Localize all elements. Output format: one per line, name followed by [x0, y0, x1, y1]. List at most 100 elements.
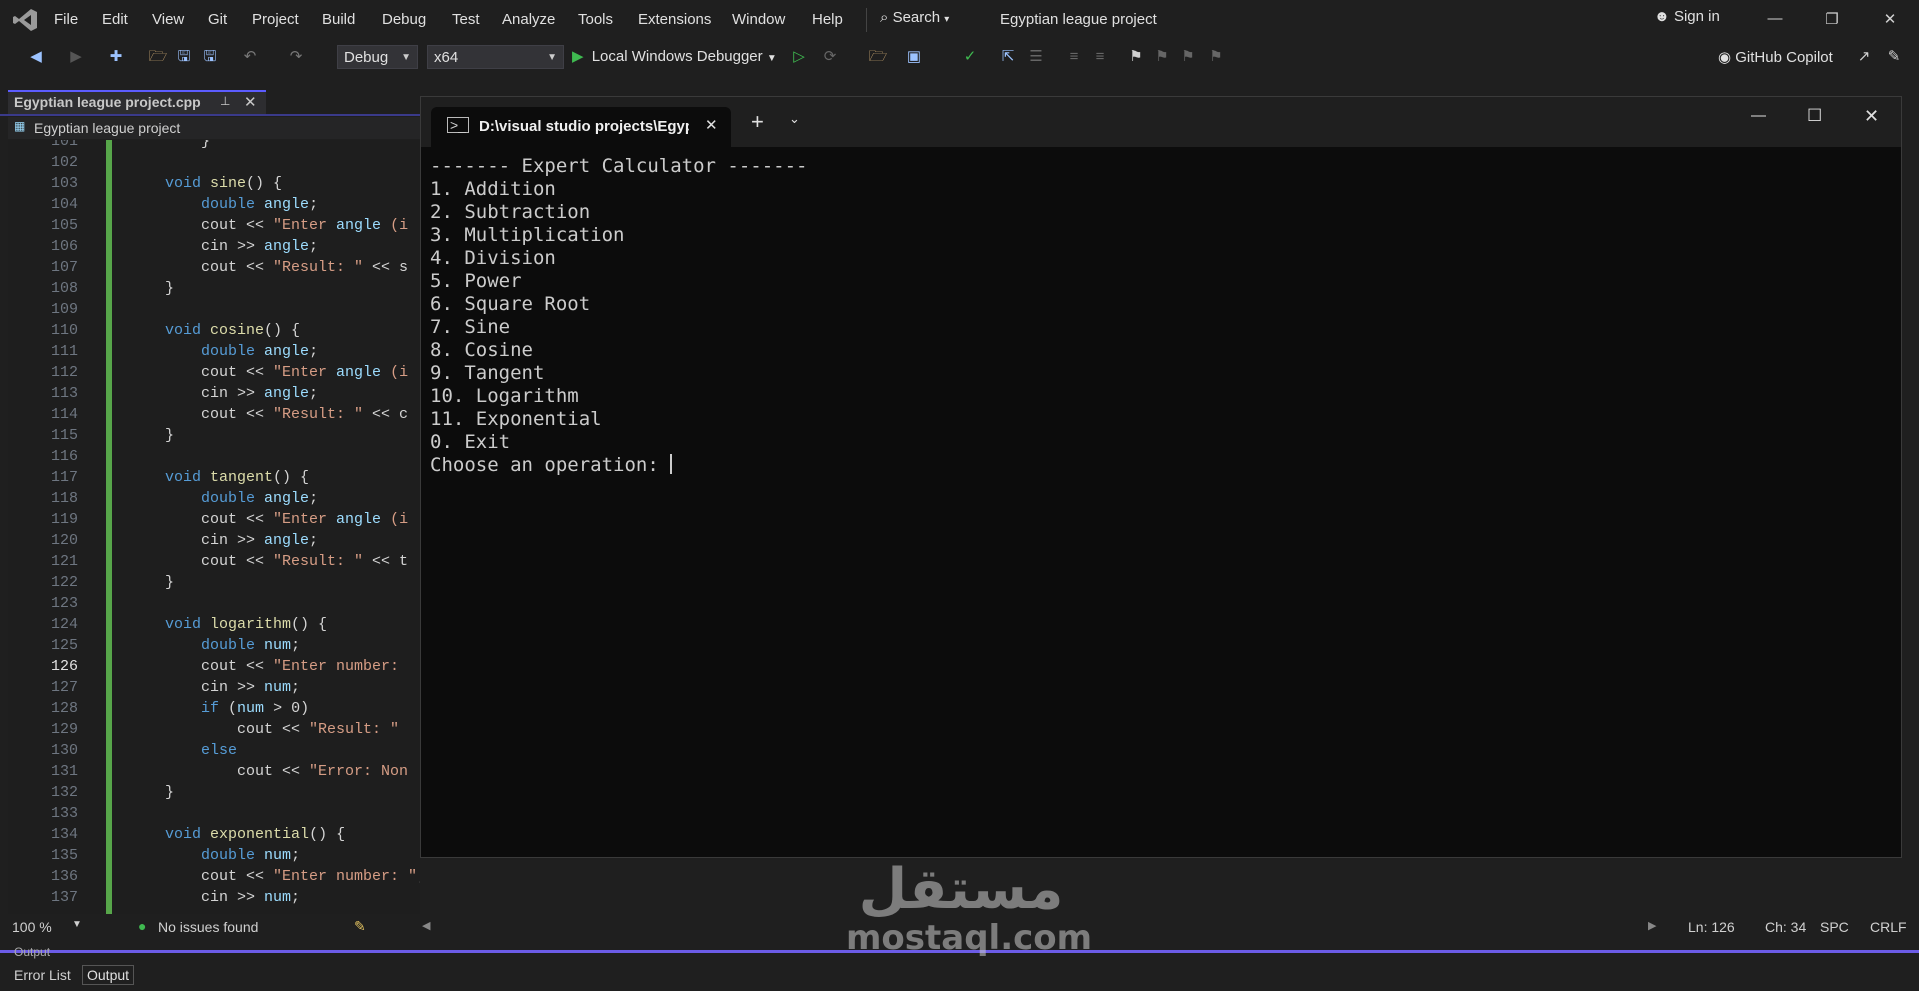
back-icon[interactable]: ◀ [26, 47, 46, 67]
code-line[interactable]: 103 void sine() { [8, 175, 420, 196]
console-window[interactable]: >_ D:\visual studio projects\Egyp ✕ + ⌄ … [420, 96, 1902, 858]
code-line[interactable]: 135 double num; [8, 847, 420, 868]
line-indicator[interactable]: Ln: 126 [1688, 919, 1735, 935]
code-line[interactable]: 122} [8, 574, 420, 595]
line-ending-indicator[interactable]: CRLF [1870, 919, 1907, 935]
code-line[interactable]: 115} [8, 427, 420, 448]
code-line[interactable]: 136 cout << "Enter number: "; [8, 868, 420, 889]
sign-in-button[interactable]: ☻ Sign in [1654, 8, 1720, 25]
code-line[interactable]: 127 cin >> num; [8, 679, 420, 700]
bookmark-icon[interactable]: ⚑ [1126, 47, 1146, 67]
code-line[interactable]: 123 [8, 595, 420, 616]
share-icon[interactable]: ↗ [1854, 47, 1874, 67]
chevron-down-icon[interactable]: ⌄ [789, 111, 800, 127]
pin-icon[interactable]: ⊥ [220, 94, 230, 108]
close-tab-icon[interactable]: ✕ [244, 93, 257, 111]
tab-output[interactable]: Output [82, 965, 135, 985]
menu-window[interactable]: Window [732, 11, 785, 28]
menu-tools[interactable]: Tools [578, 11, 613, 28]
menu-help[interactable]: Help [812, 11, 843, 28]
whitespace-indicator[interactable]: SPC [1820, 919, 1849, 935]
code-line[interactable]: 107 cout << "Result: " << s [8, 259, 420, 280]
menu-analyze[interactable]: Analyze [502, 11, 555, 28]
spell-check-icon[interactable]: ✓ [960, 47, 980, 67]
code-line[interactable]: 110 void cosine() { [8, 322, 420, 343]
menu-edit[interactable]: Edit [102, 11, 128, 28]
new-project-icon[interactable]: ✚ [106, 47, 126, 67]
menu-test[interactable]: Test [452, 11, 480, 28]
code-line[interactable]: 125 double num; [8, 637, 420, 658]
maximize-icon[interactable]: ☐ [1807, 106, 1822, 126]
code-line[interactable]: 118 double angle; [8, 490, 420, 511]
menu-build[interactable]: Build [322, 11, 355, 28]
code-line[interactable]: 133 [8, 805, 420, 826]
close-icon[interactable]: ✕ [1864, 106, 1879, 127]
menu-view[interactable]: View [152, 11, 184, 28]
save-icon[interactable]: 🖫 [174, 47, 194, 67]
menu-git[interactable]: Git [208, 11, 227, 28]
code-line[interactable]: 106 cin >> angle; [8, 238, 420, 259]
close-tab-icon[interactable]: ✕ [705, 116, 718, 134]
code-line[interactable]: 116 [8, 448, 420, 469]
code-line[interactable]: 105 cout << "Enter angle (i [8, 217, 420, 238]
prev-bookmark-icon[interactable]: ⚑ [1152, 47, 1172, 67]
code-line[interactable]: 119 cout << "Enter angle (i [8, 511, 420, 532]
code-editor[interactable]: 101 } 102 103 void sine() {104 double angle… [8, 140, 420, 915]
save-all-icon[interactable]: 🖫 [200, 47, 220, 67]
console-tab[interactable]: >_ D:\visual studio projects\Egyp ✕ [431, 107, 731, 147]
code-line[interactable]: 134 void exponential() { [8, 826, 420, 847]
navigation-bar[interactable]: ▦ Egyptian league project [8, 117, 420, 139]
code-line[interactable]: 129 cout << "Result: " [8, 721, 420, 742]
restore-icon[interactable]: ❐ [1820, 10, 1844, 30]
column-indicator[interactable]: Ch: 34 [1765, 919, 1806, 935]
menu-extensions[interactable]: Extensions [638, 11, 711, 28]
next-bookmark-icon[interactable]: ⚑ [1178, 47, 1198, 67]
new-tab-icon[interactable]: + [751, 109, 764, 135]
code-line[interactable]: 108} [8, 280, 420, 301]
format-icon[interactable]: ☰ [1026, 47, 1046, 67]
scroll-right-icon[interactable]: ▶ [1648, 919, 1656, 932]
code-line[interactable]: 112 cout << "Enter angle (i [8, 364, 420, 385]
tab-error-list[interactable]: Error List [14, 967, 71, 983]
code-line[interactable]: 102 [8, 154, 420, 175]
zoom-level[interactable]: 100 % [12, 919, 52, 935]
code-line[interactable]: 114 cout << "Result: " << c [8, 406, 420, 427]
menu-debug[interactable]: Debug [382, 11, 426, 28]
uncomment-icon[interactable]: ≡ [1090, 47, 1110, 67]
code-line[interactable]: 113 cin >> angle; [8, 385, 420, 406]
menu-project[interactable]: Project [252, 11, 299, 28]
chevron-down-icon[interactable]: ▼ [72, 919, 82, 930]
code-line[interactable]: 131 cout << "Error: Non [8, 763, 420, 784]
issues-status[interactable]: No issues found [158, 919, 258, 935]
undo-icon[interactable]: ↶ [240, 47, 260, 67]
redo-icon[interactable]: ↷ [286, 47, 306, 67]
menu-file[interactable]: File [54, 11, 78, 28]
layout-icon[interactable]: ▣ [904, 47, 924, 67]
forward-icon[interactable]: ▶ [66, 47, 86, 67]
close-icon[interactable]: ✕ [1878, 10, 1902, 30]
document-tab[interactable]: Egyptian league project.cpp ⊥ ✕ [8, 90, 266, 114]
code-line[interactable]: 132} [8, 784, 420, 805]
search-box[interactable]: ⌕ Search ▾ [880, 9, 949, 26]
start-debugging-button[interactable]: ▶ Local Windows Debugger ▼ [572, 47, 777, 65]
start-without-debugging-icon[interactable]: ▷ [789, 47, 809, 67]
scroll-left-icon[interactable]: ◀ [422, 919, 430, 932]
minimize-icon[interactable]: — [1751, 107, 1766, 124]
configuration-dropdown[interactable]: Debug ▼ [337, 45, 418, 69]
minimize-icon[interactable]: — [1763, 10, 1787, 30]
code-line[interactable]: 111 double angle; [8, 343, 420, 364]
code-line[interactable]: 120 cin >> angle; [8, 532, 420, 553]
brush-icon[interactable]: ✎ [354, 918, 366, 935]
code-line[interactable]: 104 double angle; [8, 196, 420, 217]
folder-view-icon[interactable]: 🗁 [868, 47, 888, 67]
code-line[interactable]: 121 cout << "Result: " << t [8, 553, 420, 574]
code-line[interactable]: 137 cin >> num; [8, 889, 420, 910]
select-icon[interactable]: ⇱ [998, 47, 1018, 67]
code-line[interactable]: 124 void logarithm() { [8, 616, 420, 637]
code-line[interactable]: 130 else [8, 742, 420, 763]
code-line[interactable]: 117 void tangent() { [8, 469, 420, 490]
github-copilot-button[interactable]: ◉ GitHub Copilot [1718, 48, 1833, 66]
code-line[interactable]: 101 } [8, 140, 420, 154]
code-line[interactable]: 126 cout << "Enter number: [8, 658, 420, 679]
code-line[interactable]: 109 [8, 301, 420, 322]
